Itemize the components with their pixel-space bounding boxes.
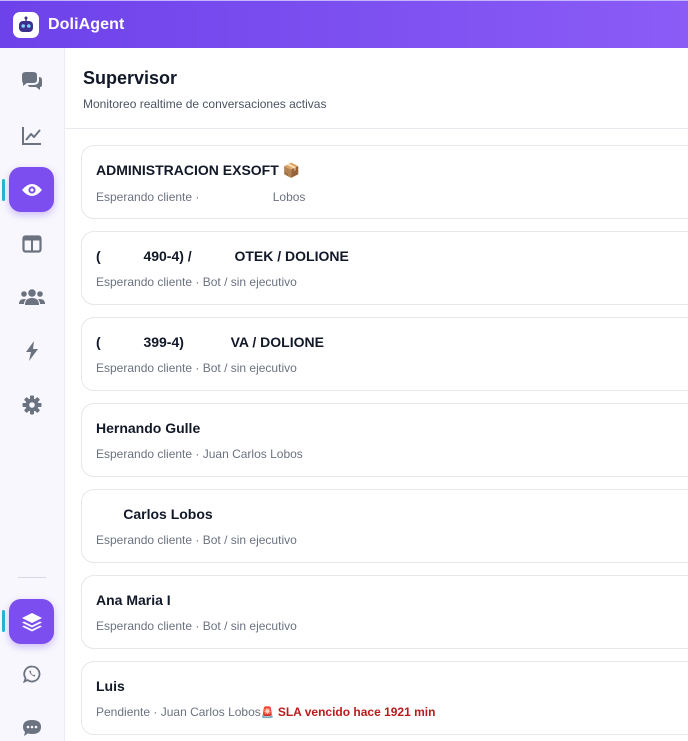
top-bar: DoliAgent xyxy=(0,0,688,48)
conversation-name: ADMINISTRACION EXSOFT 📦 xyxy=(96,162,301,178)
conversation-card[interactable]: Carlos Lobos Esperando cliente · Bot / s… xyxy=(81,489,688,563)
conversation-name: Hernando Gulle xyxy=(96,420,201,436)
whatsapp-icon xyxy=(22,665,40,683)
conversation-card[interactable]: ( 490-4) / OTEK / DOLIONE Esperando clie… xyxy=(81,231,688,305)
sla-warning: SLA vencido hace 1921 min xyxy=(277,705,436,719)
conversation-name: Ana Maria I xyxy=(96,592,171,608)
conversation-agent: Bot / sin ejecutivo xyxy=(202,275,297,289)
chart-line-icon xyxy=(21,126,41,145)
sidebar-divider xyxy=(18,577,46,578)
bolt-icon xyxy=(25,340,38,361)
nav-chat[interactable] xyxy=(9,705,54,741)
app-title: DoliAgent xyxy=(48,15,125,33)
conversation-agent: Bot / sin ejecutivo xyxy=(202,619,297,633)
conversation-card[interactable]: Luis Pendiente · Juan Carlos Lobos🚨 SLA … xyxy=(81,661,688,735)
nav-board[interactable] xyxy=(9,221,54,266)
conversation-meta: Esperando cliente · Bot / sin ejecutivo xyxy=(96,533,688,547)
conversation-list: ADMINISTRACION EXSOFT 📦 Esperando client… xyxy=(81,145,688,741)
conversation-card[interactable]: Hernando Gulle Esperando cliente · Juan … xyxy=(81,403,688,477)
conversation-status: Pendiente · xyxy=(96,705,161,719)
nav-analytics[interactable] xyxy=(9,113,54,158)
conversation-meta: Esperando cliente · Juan Carlos Lobos xyxy=(96,447,688,461)
nav-settings[interactable] xyxy=(9,382,54,427)
sidebar xyxy=(0,48,65,741)
nav-team[interactable] xyxy=(9,274,54,319)
nav-conversations[interactable] xyxy=(9,59,54,104)
conversation-name: Luis xyxy=(96,678,125,694)
conversation-agent: Juan Carlos Lobos xyxy=(202,447,303,461)
conversation-meta: Esperando cliente · Lobos xyxy=(96,190,688,204)
conversation-meta: Esperando cliente · Bot / sin ejecutivo xyxy=(96,619,688,633)
nav-whatsapp[interactable] xyxy=(9,651,54,696)
conversation-name: Carlos Lobos xyxy=(96,506,213,522)
conversation-card[interactable]: ADMINISTRACION EXSOFT 📦 Esperando client… xyxy=(81,145,688,219)
conversation-status: Esperando cliente · xyxy=(96,619,203,633)
robot-logo-icon xyxy=(13,11,39,38)
conversation-name: ( 490-4) / OTEK / DOLIONE xyxy=(96,248,349,264)
conversation-card[interactable]: Ana Maria I Esperando cliente · Bot / si… xyxy=(81,575,688,649)
nav-automations[interactable] xyxy=(9,328,54,373)
active-indicator xyxy=(2,179,5,201)
columns-icon xyxy=(21,234,42,253)
conversation-status: Esperando cliente · xyxy=(96,533,203,547)
conversation-status: Esperando cliente · xyxy=(96,361,203,375)
users-icon xyxy=(18,288,45,305)
layers-icon xyxy=(21,612,42,631)
conversation-card[interactable]: ( 399-4) VA / DOLIONE Esperando cliente … xyxy=(81,317,688,391)
conversation-agent: Bot / sin ejecutivo xyxy=(202,533,297,547)
conversation-meta: Esperando cliente · Bot / sin ejecutivo xyxy=(96,361,688,375)
conversation-meta: Pendiente · Juan Carlos Lobos🚨 SLA venci… xyxy=(96,705,688,719)
main-content: Supervisor Monitoreo realtime de convers… xyxy=(65,48,688,741)
page-subtitle: Monitoreo realtime de conversaciones act… xyxy=(83,97,327,111)
siren-icon: 🚨 xyxy=(260,707,275,719)
eye-icon xyxy=(21,183,42,196)
active-indicator-bottom xyxy=(2,610,5,632)
page-header: Supervisor Monitoreo realtime de convers… xyxy=(65,48,688,129)
gear-icon xyxy=(22,395,41,414)
conversation-agent: Bot / sin ejecutivo xyxy=(202,361,297,375)
chat-bubbles-icon xyxy=(21,71,42,90)
conversation-status: Esperando cliente · xyxy=(96,275,203,289)
conversation-meta: Esperando cliente · Bot / sin ejecutivo xyxy=(96,275,688,289)
page-title: Supervisor xyxy=(83,68,178,88)
conversation-name: ( 399-4) VA / DOLIONE xyxy=(96,334,324,350)
nav-workspaces[interactable] xyxy=(9,599,54,644)
chat-dots-icon xyxy=(22,719,41,736)
nav-supervisor[interactable] xyxy=(9,167,54,212)
conversation-status: Esperando cliente · xyxy=(96,447,203,461)
conversation-agent: Juan Carlos Lobos xyxy=(160,705,261,719)
conversation-status: Esperando cliente · xyxy=(96,190,203,204)
conversation-agent: Lobos xyxy=(272,190,306,204)
